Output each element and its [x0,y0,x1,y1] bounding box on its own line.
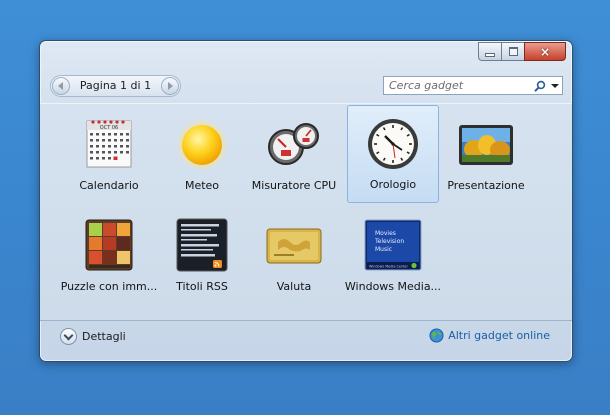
more-gadgets-online-link[interactable]: Altri gadget online [429,328,550,343]
gadget-label: Orologio [369,178,417,191]
gadget-label: Windows Media... [344,280,442,293]
minimize-button[interactable] [478,42,501,61]
next-page-button[interactable] [161,77,179,95]
close-icon: × [539,44,551,59]
minimize-icon [485,52,495,57]
details-button[interactable]: Dettagli [60,328,126,345]
search-dropdown-icon[interactable] [551,84,559,88]
gadget-meteo[interactable]: Meteo [156,107,248,205]
maximize-icon [508,47,518,56]
gadget-label: Calendario [79,179,139,192]
gadget-label: Valuta [276,280,312,293]
previous-page-button[interactable] [52,77,70,95]
gadget-puzzle[interactable]: Puzzle con imm... [61,208,157,306]
gadget-titoli-rss[interactable]: Titoli RSS [156,208,248,306]
gadget-presentazione[interactable]: Presentazione [440,107,532,205]
maximize-button[interactable] [501,42,524,61]
media-brand: Windows Media Center [369,265,408,269]
page-navigator: Pagina 1 di 1 [50,75,181,97]
currency-card-icon [266,228,322,264]
clock-icon [368,119,418,169]
gadget-label: Meteo [184,179,220,192]
details-label: Dettagli [82,330,126,343]
window-controls: × [478,42,566,61]
window-footer: Dettagli Altri gadget online [40,320,572,361]
gadget-label: Puzzle con imm... [60,280,158,293]
arrow-right-icon [168,82,173,90]
gadget-label: Titoli RSS [176,280,228,293]
chevron-down-icon [63,330,74,340]
rss-feed-icon [176,218,228,272]
media-item: Music [375,246,392,253]
gadget-orologio[interactable]: Orologio [347,105,439,203]
media-item: Television [374,238,404,245]
globe-icon [429,328,444,343]
media-item: Movies [375,230,396,237]
calendar-icon: OCT 06 [86,120,132,168]
expand-icon [60,328,77,345]
gadget-gallery: OCT 06 Calendario Meteo Misuratore CPU O… [40,103,572,321]
gadget-misuratore-cpu[interactable]: Misuratore CPU [248,107,340,205]
media-center-icon: Movies Television Music Windows Media Ce… [364,219,422,271]
gadgets-window: × Pagina 1 di 1 Cerca gadget OCT 06 Cale… [39,40,573,362]
gadget-calendario[interactable]: OCT 06 Calendario [63,107,155,205]
arrow-left-icon [58,82,63,90]
page-indicator: Pagina 1 di 1 [79,79,152,92]
online-link-label: Altri gadget online [448,329,550,342]
gadget-label: Misuratore CPU [251,179,337,192]
search-gadget-input[interactable]: Cerca gadget [383,76,563,95]
gadget-label: Presentazione [447,179,525,192]
search-icon[interactable] [534,80,546,92]
picture-puzzle-icon [85,219,133,271]
calendar-month: OCT 06 [100,125,118,131]
weather-sun-icon [178,121,226,169]
gadget-valuta[interactable]: Valuta [248,208,340,306]
cpu-meter-icon [268,123,319,165]
gadget-windows-media-center[interactable]: Movies Television Music Windows Media Ce… [345,208,441,306]
close-button[interactable]: × [524,42,566,61]
search-placeholder: Cerca gadget [389,79,464,92]
slideshow-icon [459,125,513,165]
title-bar[interactable]: × [40,41,572,69]
